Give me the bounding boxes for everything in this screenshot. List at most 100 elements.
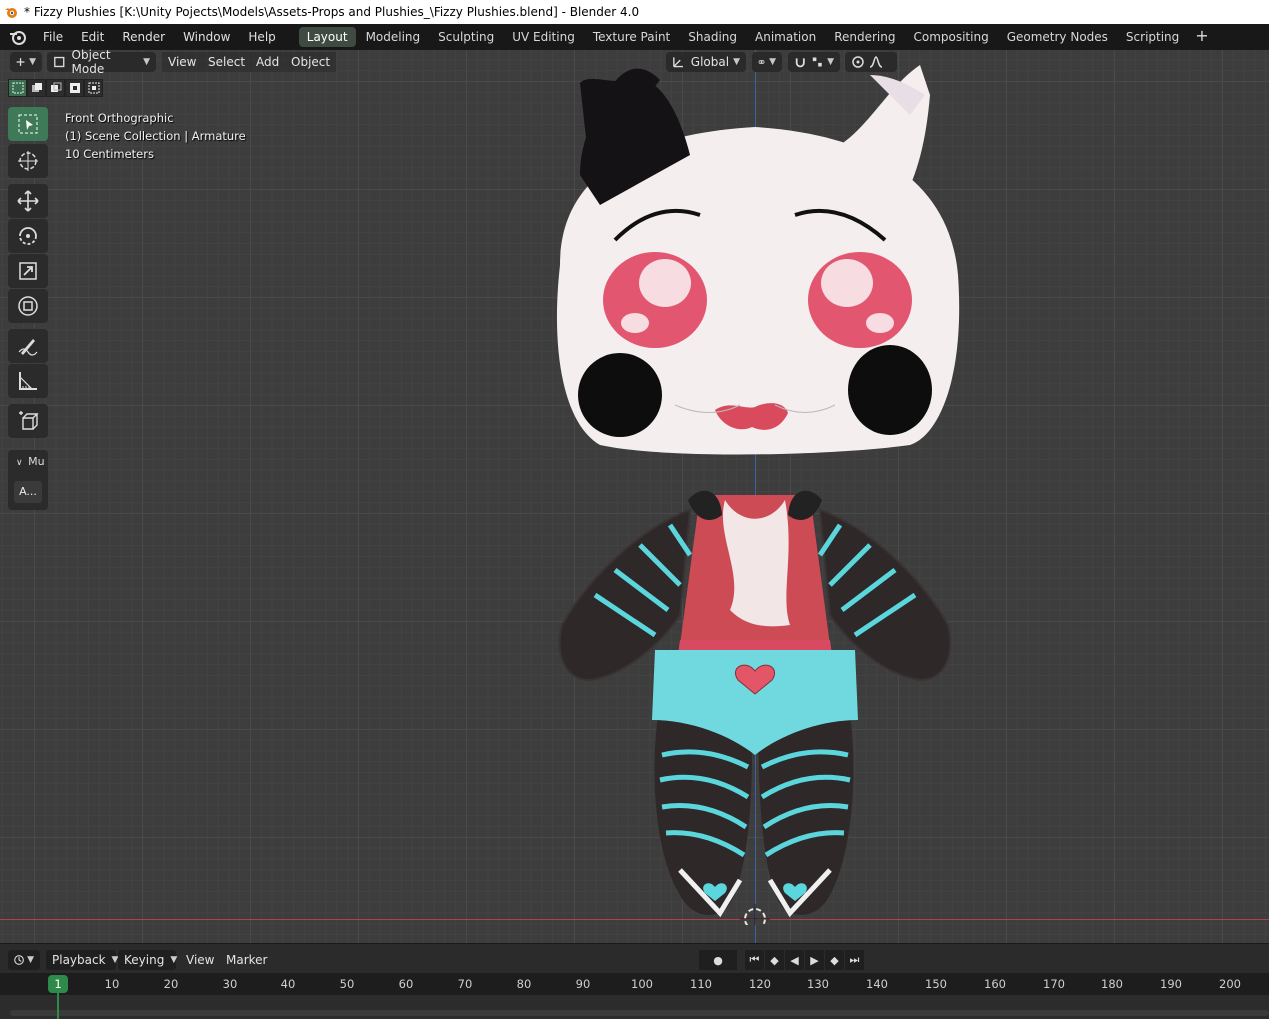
3d-cursor <box>740 904 770 925</box>
mode-select[interactable]: Object Mode ▼ <box>47 48 156 76</box>
frame-tick: 30 <box>222 977 238 991</box>
playback-label: Playback <box>52 953 106 967</box>
play-button[interactable]: ▶ <box>805 950 824 970</box>
frame-tick: 10 <box>104 977 120 991</box>
orientation-icon <box>673 57 683 68</box>
playback-menu[interactable]: Playback ▼ <box>46 950 118 970</box>
add-workspace-button[interactable]: + <box>1189 27 1214 47</box>
select-box-icon <box>18 114 38 134</box>
menu-file[interactable]: File <box>34 26 72 48</box>
play-icon: ▶ <box>810 953 819 967</box>
transform-tool[interactable] <box>8 289 48 323</box>
blender-logo-icon <box>5 8 17 18</box>
frame-tick: 50 <box>339 977 355 991</box>
menu-edit[interactable]: Edit <box>72 26 113 48</box>
orientation-label: Global <box>690 55 730 69</box>
transform-orientation-select[interactable]: Global ▼ <box>666 52 746 72</box>
playhead-line <box>57 993 59 1019</box>
chevron-down-icon: ▼ <box>170 955 178 965</box>
transform-icon <box>18 296 38 316</box>
addon-panel-button[interactable]: A... <box>14 481 42 503</box>
move-tool[interactable] <box>8 184 48 218</box>
plushie-character-model[interactable] <box>540 55 970 925</box>
menu-add[interactable]: Add <box>250 52 286 72</box>
select-extend-icon <box>31 83 42 92</box>
jump-to-end-button[interactable]: ⏭ <box>845 950 864 970</box>
addon-panel-title: Mu <box>28 455 45 468</box>
menu-view[interactable]: View <box>162 52 203 72</box>
select-mode-intersect-button[interactable] <box>84 79 103 97</box>
snap-grid-icon <box>812 57 822 67</box>
timeline-menu-marker[interactable]: Marker <box>226 950 267 970</box>
snap-button[interactable]: ▼ <box>788 52 840 72</box>
jump-to-keyframe-next-button[interactable]: ◆ <box>825 950 844 970</box>
grid-scale: 10 Centimeters <box>65 147 154 161</box>
addon-panel-header[interactable]: ∨ Mu <box>16 455 45 468</box>
proportional-editing-button[interactable] <box>845 52 897 72</box>
menu-object[interactable]: Object <box>285 52 337 72</box>
jump-start-icon: ⏮ <box>749 953 760 966</box>
select-mode-buttons <box>8 79 103 97</box>
chevron-down-icon: ▼ <box>769 57 776 67</box>
keying-menu[interactable]: Keying ▼ <box>118 950 178 970</box>
timeline-scrollbar[interactable] <box>10 1010 1269 1016</box>
menu-window[interactable]: Window <box>174 26 239 48</box>
select-intersect-icon <box>88 82 99 94</box>
timeline-header: ▼ Playback ▼ Keying ▼ View Marker ● ⏮ ◆ … <box>0 943 1269 973</box>
jump-end-icon: ⏭ <box>849 953 860 966</box>
current-frame-indicator[interactable]: 1 <box>48 975 68 993</box>
select-mode-invert-button[interactable] <box>65 79 84 97</box>
jump-to-start-button[interactable]: ⏮ <box>745 950 764 970</box>
frame-tick: 20 <box>163 977 179 991</box>
blender-menu-icon[interactable] <box>8 27 28 47</box>
annotate-tool[interactable] <box>8 329 48 363</box>
menu-render[interactable]: Render <box>113 26 174 48</box>
select-mode-subtract-button[interactable] <box>46 79 65 97</box>
cursor-tool[interactable] <box>8 144 48 178</box>
timeline-ruler[interactable]: 10 20 30 40 50 60 70 80 90 100 110 120 1… <box>0 973 1269 995</box>
menu-select[interactable]: Select <box>202 52 252 72</box>
tab-animation[interactable]: Animation <box>747 27 824 47</box>
frame-tick: 130 <box>807 977 829 991</box>
jump-to-keyframe-back-button[interactable]: ◆ <box>765 950 784 970</box>
keying-label: Keying <box>124 953 165 967</box>
mode-label: Object Mode <box>71 48 111 76</box>
select-mode-extend-button[interactable] <box>27 79 46 97</box>
auto-keying-toggle[interactable]: ● <box>699 950 737 970</box>
tab-compositing[interactable]: Compositing <box>905 27 996 47</box>
proportional-editing-icon <box>852 56 864 68</box>
tab-scripting[interactable]: Scripting <box>1118 27 1187 47</box>
tab-geometry-nodes[interactable]: Geometry Nodes <box>999 27 1116 47</box>
chevron-down-icon: ▼ <box>29 57 36 67</box>
select-box-tool[interactable] <box>8 107 48 141</box>
timeline-menu-view[interactable]: View <box>186 950 214 970</box>
add-cube-tool[interactable] <box>8 404 48 438</box>
chevron-down-icon: ▼ <box>733 57 740 67</box>
frame-tick: 200 <box>1219 977 1241 991</box>
workspace-tabs: Layout Modeling Sculpting UV Editing Tex… <box>298 27 1215 47</box>
tab-texture-paint[interactable]: Texture Paint <box>585 27 678 47</box>
tab-sculpting[interactable]: Sculpting <box>430 27 502 47</box>
select-mode-set-button[interactable] <box>8 79 27 97</box>
tab-shading[interactable]: Shading <box>680 27 745 47</box>
tab-modeling[interactable]: Modeling <box>358 27 429 47</box>
scale-tool[interactable] <box>8 254 48 288</box>
measure-ruler-icon <box>19 372 37 390</box>
tab-uv-editing[interactable]: UV Editing <box>504 27 583 47</box>
frame-tick: 100 <box>631 977 653 991</box>
measure-tool[interactable] <box>8 364 48 398</box>
play-reverse-button[interactable]: ◀ <box>785 950 804 970</box>
pivot-point-button[interactable]: ▼ <box>752 52 782 72</box>
frame-tick: 140 <box>866 977 888 991</box>
tab-layout[interactable]: Layout <box>298 27 356 47</box>
frame-tick: 120 <box>749 977 771 991</box>
menu-help[interactable]: Help <box>239 26 284 48</box>
tab-rendering[interactable]: Rendering <box>826 27 903 47</box>
rotate-tool[interactable] <box>8 219 48 253</box>
select-subtract-icon <box>50 82 61 92</box>
frame-tick: 40 <box>280 977 296 991</box>
timeline-editor-type-button[interactable]: ▼ <box>8 950 40 970</box>
editor-type-button[interactable]: ▼ <box>10 52 42 72</box>
falloff-curve-icon <box>869 56 883 68</box>
head <box>556 65 960 455</box>
